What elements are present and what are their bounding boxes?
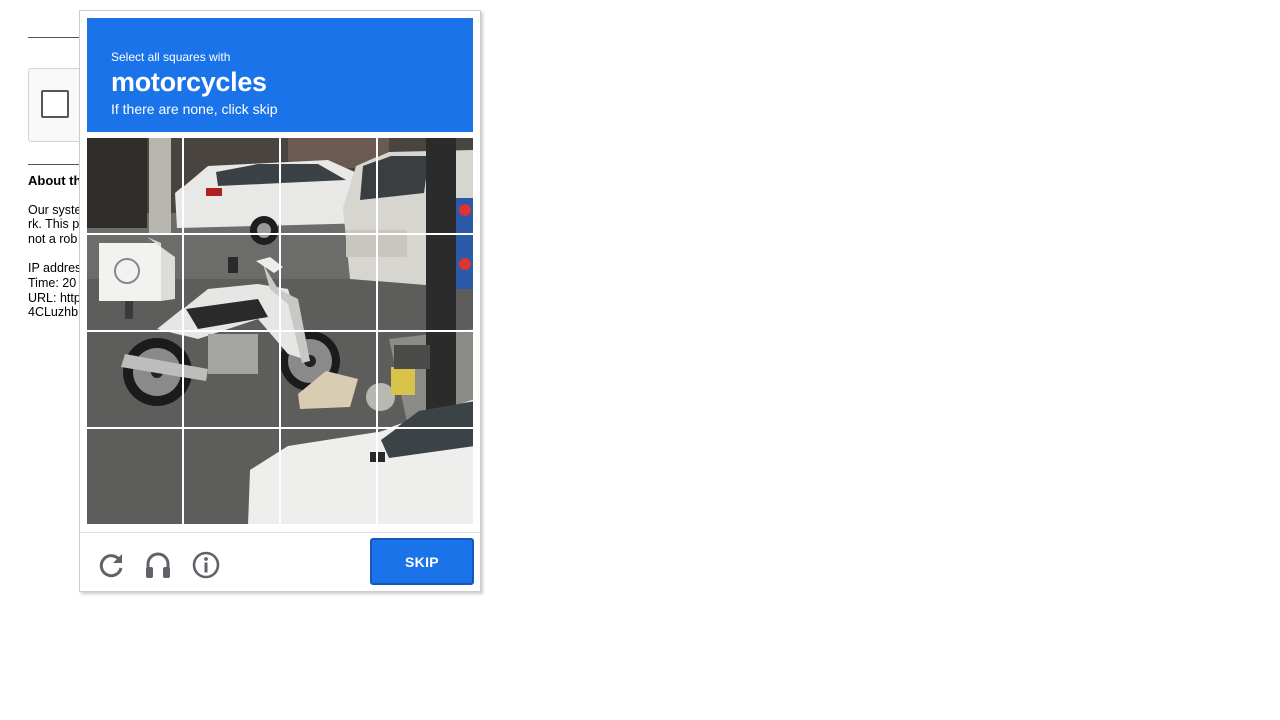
tile-image: [378, 138, 473, 233]
tile-image: [378, 429, 473, 524]
tile-image: [281, 429, 376, 524]
image-tile[interactable]: [378, 429, 473, 524]
tile-image: [378, 332, 473, 427]
image-tile[interactable]: [378, 332, 473, 427]
tile-image: [184, 138, 279, 233]
time-line: Time: 20: [28, 276, 77, 290]
tile-image: [184, 332, 279, 427]
image-tile-grid: [87, 138, 473, 524]
tile-image: [87, 138, 182, 233]
image-tile[interactable]: [184, 332, 279, 427]
image-tile[interactable]: [87, 429, 182, 524]
recaptcha-checkbox[interactable]: [41, 90, 69, 118]
tile-image: [281, 235, 376, 330]
about-line-3: not a rob: [28, 232, 78, 246]
tile-image: [281, 332, 376, 427]
skip-button[interactable]: SKIP: [370, 538, 474, 585]
challenge-header: Select all squares with motorcycles If t…: [87, 18, 473, 132]
ip-address-line: IP addres: [28, 261, 82, 275]
about-line-1: Our syste: [28, 203, 82, 217]
image-tile[interactable]: [281, 429, 376, 524]
image-tile[interactable]: [378, 138, 473, 233]
image-tile[interactable]: [281, 138, 376, 233]
info-icon[interactable]: [190, 549, 222, 581]
image-tile[interactable]: [87, 138, 182, 233]
reload-icon[interactable]: [95, 549, 127, 581]
image-tile[interactable]: [184, 235, 279, 330]
captcha-challenge-dialog: Select all squares with motorcycles If t…: [79, 10, 481, 592]
image-tile[interactable]: [184, 429, 279, 524]
audio-headphones-icon[interactable]: [142, 549, 174, 581]
image-tile[interactable]: [378, 235, 473, 330]
footer-divider: [80, 532, 480, 533]
tile-image: [281, 138, 376, 233]
url-line-continued: 4CLuzhb: [28, 305, 79, 319]
tile-image: [87, 332, 182, 427]
tile-image: [378, 235, 473, 330]
tile-image: [184, 235, 279, 330]
tile-image: [87, 429, 182, 524]
image-tile[interactable]: [184, 138, 279, 233]
image-tile[interactable]: [281, 332, 376, 427]
url-line: URL: http: [28, 291, 81, 305]
image-tile[interactable]: [281, 235, 376, 330]
tile-image: [184, 429, 279, 524]
about-heading: About th: [28, 173, 82, 188]
image-tile[interactable]: [87, 332, 182, 427]
target-object-label: motorcycles: [111, 67, 267, 97]
about-line-2: rk. This p: [28, 217, 80, 231]
tile-image: [87, 235, 182, 330]
image-tile[interactable]: [87, 235, 182, 330]
instruction-text: Select all squares with: [111, 50, 231, 64]
instruction-subtext: If there are none, click skip: [111, 101, 278, 117]
